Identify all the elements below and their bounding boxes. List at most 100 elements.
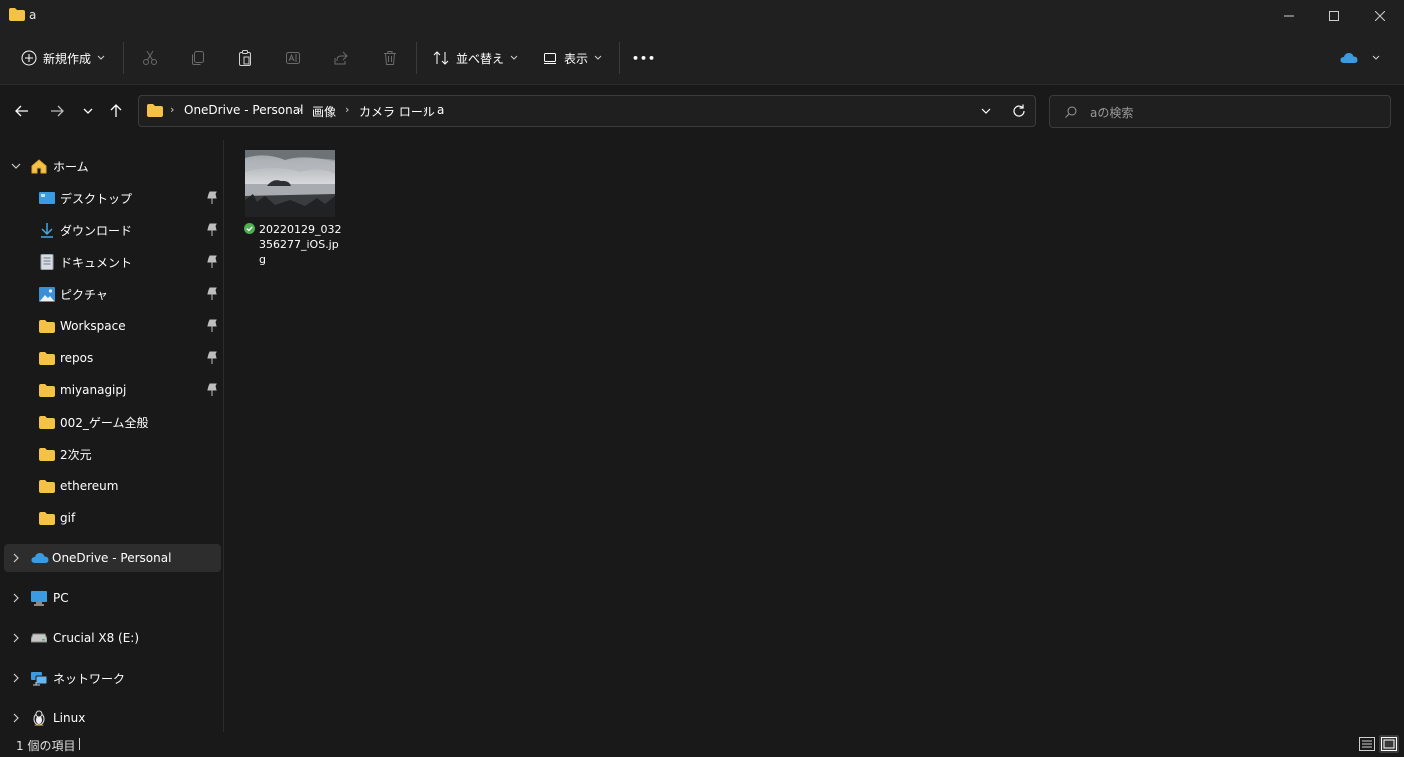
close-icon [1375, 11, 1385, 21]
sidebar-item-label: 2次元 [60, 447, 92, 462]
paste-button[interactable] [231, 44, 259, 72]
sync-complete-icon [244, 223, 255, 234]
sidebar-item-2d[interactable]: 2次元 [0, 440, 222, 468]
sidebar-item-label: OneDrive - Personal [52, 551, 172, 565]
trash-icon [384, 51, 396, 65]
breadcrumb-pictures[interactable]: 画像 [312, 103, 336, 120]
cut-button[interactable] [136, 44, 164, 72]
item-count: 1 個の項目 [16, 739, 76, 753]
sidebar-item-game-folder[interactable]: 002_ゲーム全般 [0, 408, 222, 436]
large-icons-view-button[interactable] [1379, 735, 1399, 753]
recent-locations-button[interactable] [75, 98, 101, 124]
breadcrumb-current[interactable]: a [437, 103, 444, 117]
folder-icon [39, 415, 55, 429]
desktop-icon [39, 191, 55, 204]
sidebar-item-drive[interactable]: Crucial X8 (E:) [0, 624, 222, 652]
sidebar-item-repos[interactable]: repos [0, 344, 222, 372]
refresh-icon [1013, 104, 1025, 117]
view-icon [544, 53, 556, 64]
chevron-down-icon [97, 55, 105, 60]
delete-button[interactable] [376, 44, 404, 72]
scissors-icon [143, 50, 157, 65]
sidebar-item-home[interactable]: ホーム [0, 152, 222, 180]
file-name[interactable]: 20220129_032356277_iOS.jpg [259, 222, 343, 267]
more-icon: ••• [631, 51, 657, 65]
pin-icon [207, 383, 217, 396]
chevron-right-icon[interactable] [9, 711, 23, 725]
copy-button[interactable] [184, 44, 212, 72]
folder-icon [39, 479, 55, 493]
address-history-button[interactable] [973, 98, 999, 124]
more-options-button[interactable]: ••• [630, 44, 658, 72]
sidebar-item-label: gif [60, 511, 76, 525]
divider [123, 42, 124, 74]
share-button[interactable] [327, 44, 355, 72]
sidebar-item-network[interactable]: ネットワーク [0, 664, 222, 692]
maximize-button[interactable] [1311, 0, 1357, 32]
view-label: 表示 [564, 51, 589, 66]
folder-icon [147, 104, 163, 117]
pin-icon [207, 191, 217, 204]
pictures-icon [39, 286, 55, 302]
sidebar-item-label: ホーム [53, 159, 89, 174]
new-label: 新規作成 [43, 51, 92, 66]
divider [619, 42, 620, 74]
chevron-right-icon[interactable] [9, 671, 23, 685]
details-view-button[interactable] [1357, 735, 1377, 753]
sidebar-item-label: 002_ゲーム全般 [60, 415, 149, 430]
download-icon [41, 223, 53, 238]
refresh-button[interactable] [1006, 98, 1032, 124]
onedrive-status-button[interactable] [1340, 44, 1380, 72]
pane-divider[interactable] [223, 140, 224, 732]
view-button[interactable]: 表示 [542, 44, 602, 72]
title-bar [0, 0, 1404, 32]
sidebar-item-label: miyanagipj [60, 383, 127, 397]
breadcrumb-separator: › [170, 103, 175, 116]
sidebar-item-pictures[interactable]: ピクチャ [0, 280, 222, 308]
rename-button[interactable] [279, 44, 307, 72]
arrow-right-icon [51, 105, 64, 117]
sidebar-item-gif[interactable]: gif [0, 504, 222, 532]
breadcrumb-separator: › [345, 103, 350, 116]
copy-icon [192, 51, 204, 65]
sidebar-item-downloads[interactable]: ダウンロード [0, 216, 222, 244]
sidebar-item-miyanagipj[interactable]: miyanagipj [0, 376, 222, 404]
up-button[interactable] [103, 98, 129, 124]
sidebar-item-label: デスクトップ [60, 191, 133, 206]
chevron-down-icon[interactable] [9, 159, 23, 173]
sidebar-item-documents[interactable]: ドキュメント [0, 248, 222, 276]
sidebar-item-label: ドキュメント [60, 255, 133, 270]
chevron-right-icon[interactable] [9, 551, 23, 565]
chevron-right-icon[interactable] [9, 631, 23, 645]
chevron-right-icon[interactable] [9, 591, 23, 605]
new-button[interactable]: 新規作成 [21, 44, 105, 72]
sidebar-item-linux[interactable]: Linux [0, 704, 222, 732]
sidebar-item-ethereum[interactable]: ethereum [0, 472, 222, 500]
computer-icon [31, 590, 47, 606]
status-divider [79, 738, 80, 750]
pin-icon [207, 223, 217, 236]
minimize-button[interactable] [1266, 0, 1312, 32]
sidebar-item-desktop[interactable]: デスクトップ [0, 184, 222, 212]
folder-icon [39, 319, 55, 333]
sort-label: 並べ替え [456, 51, 505, 66]
large-icons-view-icon [1381, 737, 1397, 751]
breadcrumb-onedrive[interactable]: OneDrive - Personal [184, 103, 303, 117]
home-icon [31, 158, 47, 173]
sidebar-item-label: ネットワーク [53, 671, 126, 686]
window-title: a [29, 8, 37, 22]
back-button[interactable] [9, 98, 35, 124]
sidebar-item-label: ピクチャ [60, 287, 108, 302]
status-bar [0, 732, 1404, 757]
sidebar-item-onedrive[interactable]: OneDrive - Personal [4, 544, 221, 572]
sidebar-item-workspace[interactable]: Workspace [0, 312, 222, 340]
file-thumbnail[interactable] [245, 150, 335, 217]
pin-icon [207, 287, 217, 300]
sidebar-item-pc[interactable]: PC [0, 584, 222, 612]
forward-button[interactable] [44, 98, 70, 124]
sort-button[interactable]: 並べ替え [432, 44, 518, 72]
close-button[interactable] [1357, 0, 1403, 32]
drive-icon [31, 633, 47, 643]
arrow-left-icon [15, 105, 28, 117]
sort-icon [433, 51, 449, 65]
